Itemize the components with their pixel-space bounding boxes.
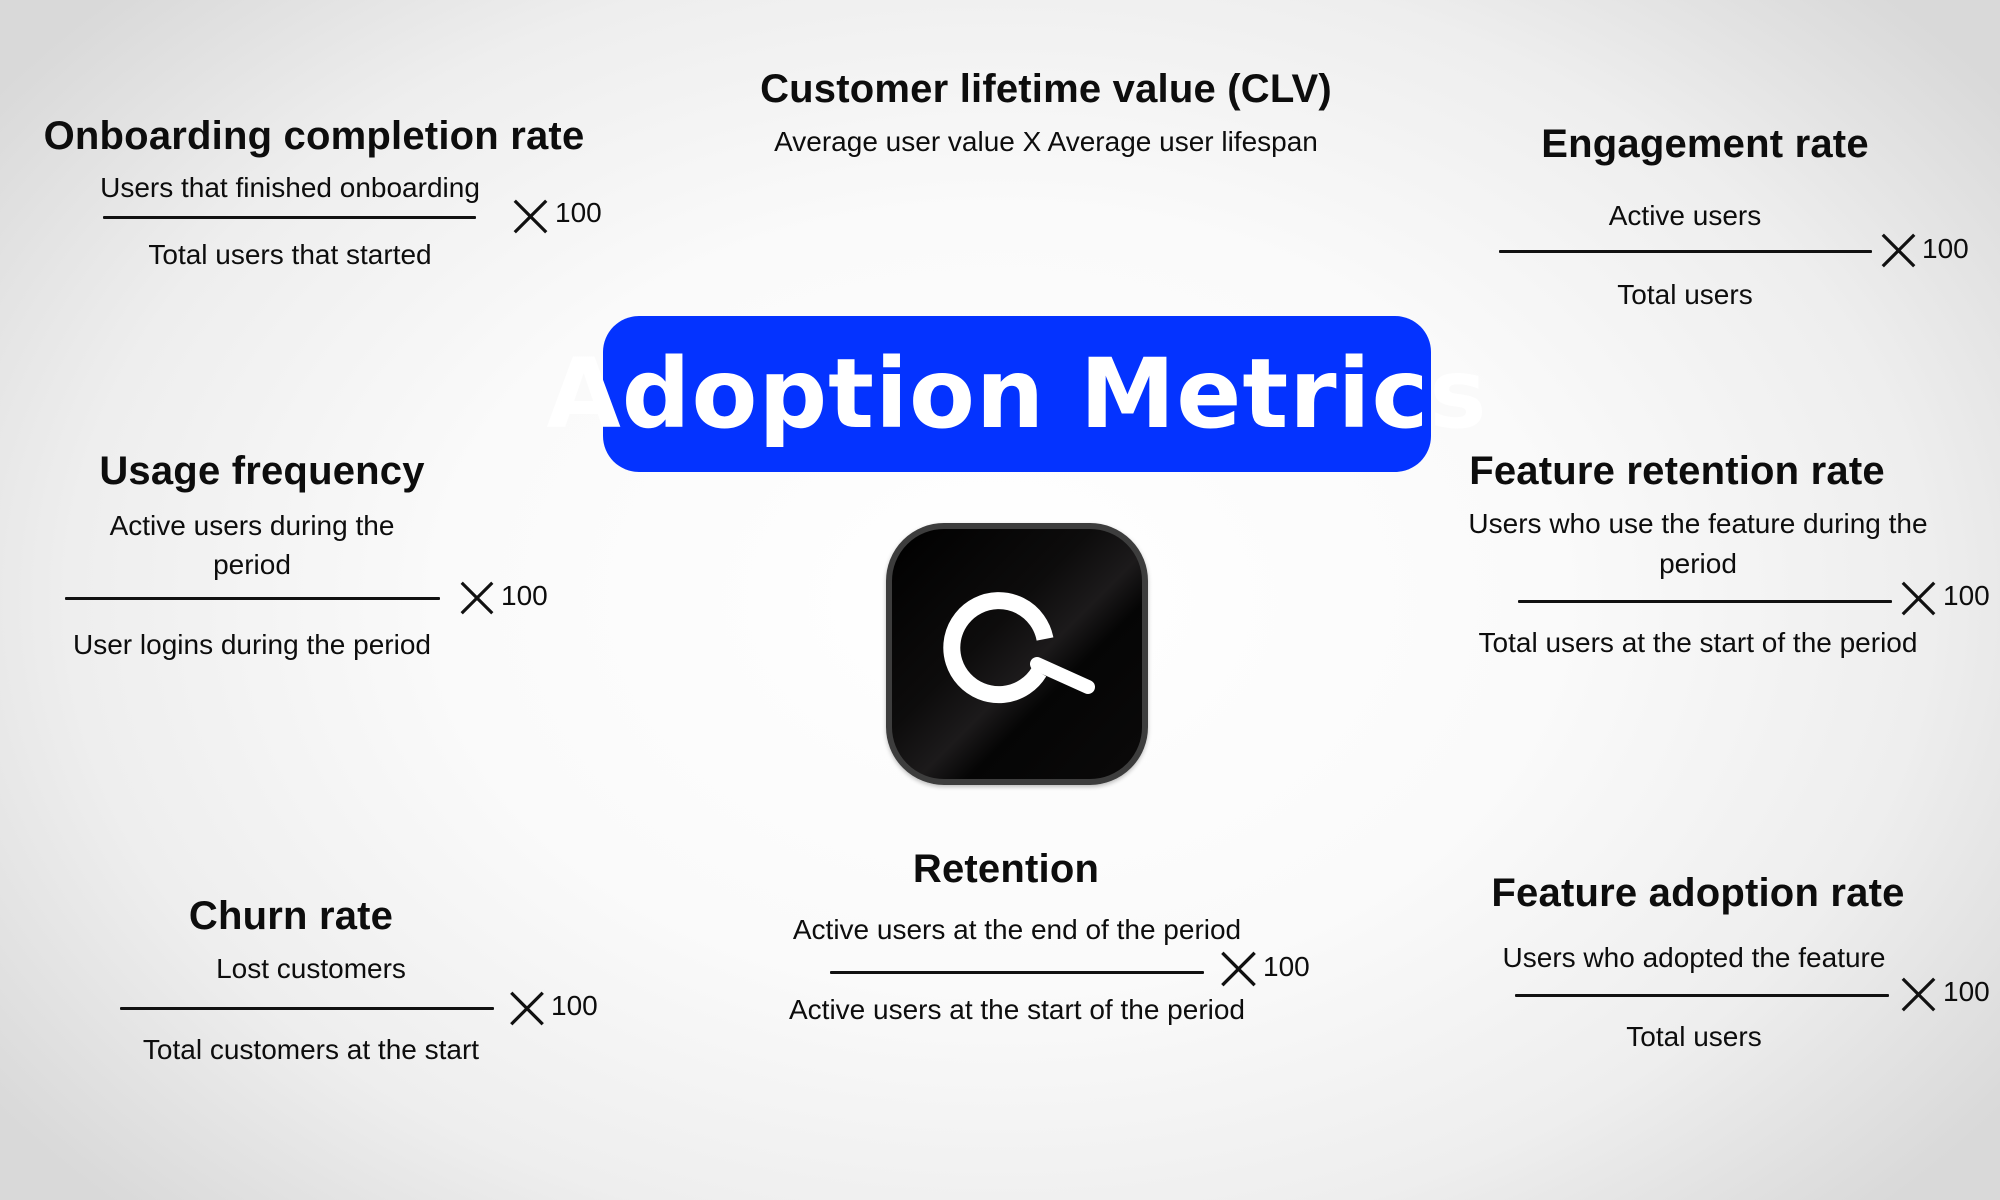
times-icon	[1900, 976, 1937, 1013]
onboarding-denominator: Total users that started	[148, 239, 432, 270]
feature-adoption-denominator: Total users	[1626, 1021, 1762, 1052]
feature-adoption-title: Feature adoption rate	[1491, 871, 1905, 915]
feature-adoption-numerator: Users who adopted the feature	[1502, 942, 1886, 973]
feature-retention-fraction-line	[1518, 600, 1892, 603]
usage-numerator-line2: period	[213, 549, 291, 580]
retention-numerator: Active users at the end of the period	[792, 914, 1242, 945]
churn-denominator: Total customers at the start	[142, 1034, 480, 1065]
usage-multiplier: 100	[501, 580, 548, 611]
retention-denominator: Active users at the start of the period	[788, 994, 1246, 1025]
engagement-multiplier: 100	[1922, 233, 1969, 264]
times-icon	[508, 990, 546, 1027]
churn-multiplier: 100	[551, 990, 598, 1021]
retention-multiplier: 100	[1263, 951, 1310, 982]
times-icon	[458, 580, 496, 616]
usage-fraction-line	[65, 597, 440, 600]
app-logo	[886, 523, 1148, 785]
churn-numerator: Lost customers	[216, 953, 406, 984]
times-icon	[1880, 232, 1917, 269]
usage-numerator-line1: Active users during the	[109, 510, 395, 541]
engagement-title: Engagement rate	[1541, 122, 1869, 166]
engagement-numerator: Active users	[1608, 200, 1762, 231]
clv-title: Customer lifetime value (CLV)	[760, 67, 1332, 111]
banner-title: Adoption Metrics	[546, 338, 1488, 450]
usage-denominator: User logins during the period	[73, 629, 431, 660]
churn-fraction-line	[120, 1007, 494, 1010]
feature-retention-title: Feature retention rate	[1469, 449, 1885, 493]
adoption-metrics-banner: Adoption Metrics	[546, 316, 1487, 472]
retention-title: Retention	[912, 847, 1100, 891]
feature-retention-numerator-line2: period	[1659, 548, 1737, 579]
onboarding-fraction-line	[103, 216, 476, 219]
usage-title: Usage frequency	[99, 449, 425, 493]
search-magnifier-icon	[943, 592, 1095, 704]
feature-adoption-multiplier: 100	[1943, 976, 1990, 1007]
feature-retention-multiplier: 100	[1943, 580, 1990, 611]
feature-retention-numerator-line1: Users who use the feature during the	[1468, 508, 1928, 539]
times-icon	[511, 198, 550, 235]
clv-formula: Average user value X Average user lifesp…	[774, 126, 1318, 157]
times-icon	[1900, 580, 1937, 617]
engagement-denominator: Total users	[1617, 279, 1753, 310]
feature-retention-denominator: Total users at the start of the period	[1478, 627, 1918, 658]
churn-title: Churn rate	[188, 894, 394, 938]
onboarding-numerator: Users that finished onboarding	[100, 172, 480, 203]
feature-adoption-fraction-line	[1515, 994, 1889, 997]
times-icon	[1219, 950, 1258, 988]
retention-fraction-line	[830, 971, 1204, 974]
onboarding-title: Onboarding completion rate	[43, 114, 585, 158]
onboarding-multiplier: 100	[555, 197, 602, 228]
engagement-fraction-line	[1499, 250, 1872, 253]
